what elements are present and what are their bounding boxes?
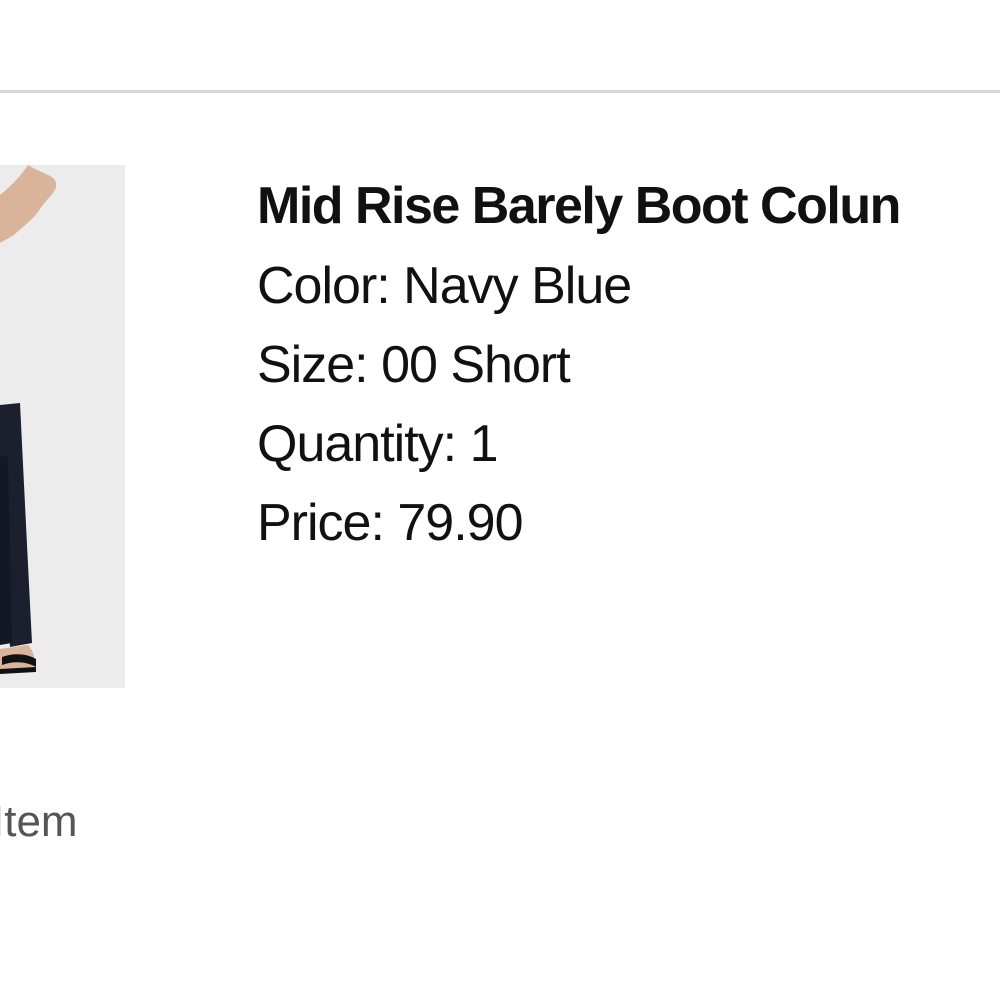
detail-value: 00 Short bbox=[381, 336, 571, 394]
detail-label: Quantity bbox=[257, 415, 470, 473]
product-details: ColorNavy Blue Size00 Short Quantity1 Pr… bbox=[257, 247, 1000, 563]
detail-label: Price bbox=[257, 494, 397, 552]
product-title[interactable]: Mid Rise Barely Boot Colun bbox=[257, 170, 1000, 242]
product-info: Mid Rise Barely Boot Colun ColorNavy Blu… bbox=[257, 170, 1000, 563]
remove-item-label: Item bbox=[0, 797, 78, 846]
detail-price: Price79.90 bbox=[257, 484, 1000, 563]
remove-item-link[interactable]: Item bbox=[0, 797, 78, 847]
detail-label: Color bbox=[257, 257, 403, 315]
detail-value: Navy Blue bbox=[403, 257, 632, 315]
detail-value: 79.90 bbox=[397, 494, 523, 552]
product-photo-illustration bbox=[0, 165, 125, 688]
detail-quantity: Quantity1 bbox=[257, 405, 1000, 484]
detail-label: Size bbox=[257, 336, 381, 394]
cart-page: Mid Rise Barely Boot Colun ColorNavy Blu… bbox=[0, 0, 1000, 998]
detail-color: ColorNavy Blue bbox=[257, 247, 1000, 326]
product-image[interactable] bbox=[0, 165, 125, 688]
section-divider bbox=[0, 90, 1000, 93]
detail-size: Size00 Short bbox=[257, 326, 1000, 405]
detail-value: 1 bbox=[469, 415, 499, 473]
